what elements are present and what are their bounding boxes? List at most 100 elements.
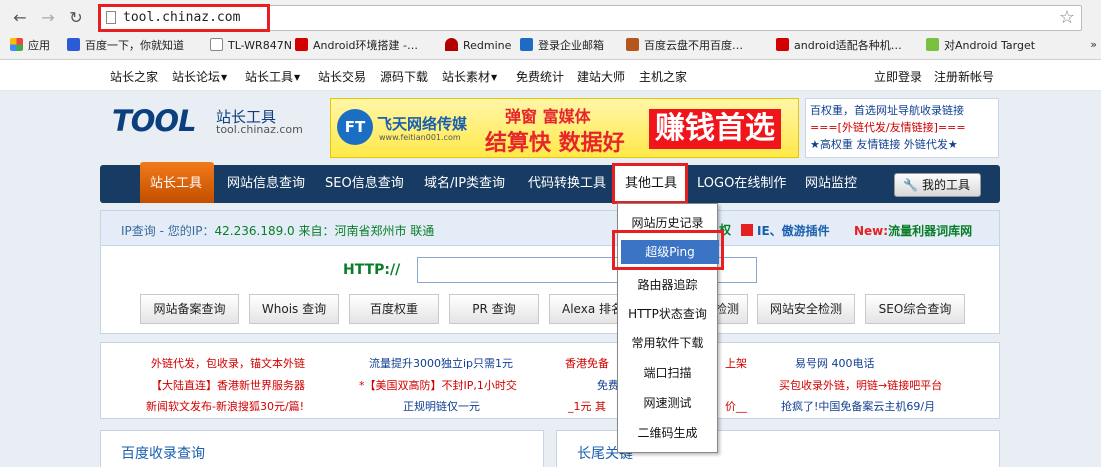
ad-link[interactable]: 免费 [597,377,619,393]
baidu-paw-icon [67,38,80,51]
bookmark-android-env[interactable]: Android环境搭建 -… [295,37,418,55]
new-wordbank-link[interactable]: New:流量利器词库网 [854,222,972,239]
ad-link[interactable]: 正规明链仅一元 [403,398,480,414]
topnav-link[interactable]: 建站大师 [577,68,625,85]
topnav-link[interactable]: 站长交易 [318,68,366,85]
query-button[interactable]: Whois 查询 [249,294,339,324]
promo-line: ===[外链代发/友情链接]=== [810,121,966,134]
redmine-icon [445,38,458,51]
promo-box[interactable]: 百权重，首选网址导航收录链接 ===[外链代发/友情链接]=== ★高权重 友情… [805,98,999,158]
csdn-icon [295,38,308,51]
caret-down-icon: ▼ [221,73,228,82]
logo-text: TOOL [112,104,197,138]
bookmark-baidu-cloud[interactable]: 百度云盘不用百度… [626,37,743,55]
ad-link[interactable]: *【美国双高防】不封IP,1小时交 [359,377,517,393]
banner-line3: 赚钱首选 [649,109,781,149]
dropdown-item-traceroute[interactable]: 路由器追踪 [618,270,717,300]
query-button[interactable]: Alexa 排名 [549,294,619,324]
url-highlight-annotation [98,4,270,32]
mail-icon [520,38,533,51]
ad-link[interactable]: 【大陆直连】香港新世界服务器 [151,377,305,393]
topnav-link[interactable]: 主机之家 [639,68,687,85]
bookmarks-bar: 应用 百度一下，你就知道 TL-WR847N Android环境搭建 -… Re… [0,35,1101,57]
reload-icon[interactable]: ↻ [66,8,86,28]
bookmark-enterprise-mail[interactable]: 登录企业邮箱 [520,37,604,55]
bookmark-android-adapt[interactable]: android适配各种机… [776,37,902,55]
super-ping-highlight-annotation [612,230,724,270]
promo-line: 百权重，首选网址导航收录链接 [810,104,964,117]
main-nav-item[interactable]: LOGO在线制作 [697,165,786,203]
logo-url: tool.chinaz.com [216,123,303,136]
bookmarks-more[interactable]: » [1090,38,1097,51]
query-button[interactable]: 网站安全检测 [757,294,855,324]
main-nav-item[interactable]: 网站信息查询 [227,165,305,203]
promo-line: ★高权重 友情链接 外链代发★ [810,138,958,151]
ad-link[interactable]: 香港免备 [565,355,609,371]
ad-link[interactable]: _1元 其 [568,398,606,414]
query-button[interactable]: 检测 [714,294,748,324]
text-ads: 外链代发，包收录，锚文本外链 【大陆直连】香港新世界服务器 新闻软文发布-新浪搜… [100,342,1000,419]
dropdown-item-software-download[interactable]: 常用软件下载 [618,328,717,358]
ft-logo-icon: FT [337,109,373,145]
query-button[interactable]: 网站备案查询 [140,294,239,324]
ip-info: IP查询 - 您的IP：42.236.189.0 来自：河南省郑州市 联通 [121,224,435,238]
login-link[interactable]: 立即登录 [874,68,922,85]
ad-link[interactable]: 价__ [725,398,747,414]
dropdown-item-http-status[interactable]: HTTP状态查询 [618,299,717,329]
topnav-link[interactable]: 站长素材▼ [442,68,497,85]
ad-link[interactable]: 买包收录外链，明链→链接吧平台 [779,377,942,393]
panel-title[interactable]: 百度收录查询 [121,443,205,463]
my-tools-button[interactable]: 🔧 我的工具 [894,173,981,197]
main-nav-item[interactable]: SEO信息查询 [325,165,404,203]
bookmark-baidu[interactable]: 百度一下，你就知道 [67,37,184,55]
csdn-icon [776,38,789,51]
http-label: HTTP:// [343,262,401,278]
back-icon[interactable]: ← [10,8,30,28]
site-icon [626,38,639,51]
dropdown-item-port-scan[interactable]: 端口扫描 [618,358,717,388]
bookmark-tlwr847n[interactable]: TL-WR847N [210,37,292,55]
ad-link[interactable]: 上架 [725,355,747,371]
banner-brand: 飞天网络传媒 [377,115,468,133]
bookmark-android-target[interactable]: 对Android Target [926,37,1035,55]
caret-down-icon: ▼ [294,73,301,82]
bookmark-redmine[interactable]: Redmine [445,37,511,55]
banner-site: www.feitian001.com [379,133,461,142]
banner-line2: 结算快 数据好 [485,131,625,156]
baidu-index-panel: 百度收录查询 [100,430,544,467]
main-nav-item-other-tools[interactable]: 其他工具 [625,165,677,203]
apps-icon [10,38,23,51]
ad-link[interactable]: 新闻软文发布-新浪搜狐30元/篇! [146,398,304,414]
topnav-link[interactable]: 站长论坛▼ [172,68,227,85]
main-nav-item[interactable]: 网站监控 [805,165,857,203]
page-icon [210,38,223,51]
ad-link[interactable]: 流量提升3000独立ip只需1元 [369,355,513,371]
query-button[interactable]: 百度权重 [349,294,439,324]
wrench-icon: 🔧 [903,178,918,192]
site-top-nav: 站长之家 站长论坛▼ 站长工具▼ 站长交易 源码下载 站长素材▼ 免费统计 建站… [0,60,1101,91]
banner-ad[interactable]: FT 飞天网络传媒 www.feitian001.com 弹窗 富媒体 结算快 … [330,98,799,158]
ad-link[interactable]: 易号网 400电话 [795,355,875,371]
query-button[interactable]: PR 查询 [449,294,539,324]
bookmark-apps[interactable]: 应用 [10,37,50,55]
banner-line1: 弹窗 富媒体 [505,107,591,126]
topnav-link[interactable]: 站长之家 [110,68,158,85]
ad-link[interactable]: 外链代发，包收录，锚文本外链 [151,355,305,371]
bookmark-star-icon[interactable]: ☆ [1059,7,1075,28]
caret-down-icon: ▼ [491,73,498,82]
dropdown-item-qr-code[interactable]: 二维码生成 [618,418,717,448]
dropdown-item-speed-test[interactable]: 网速测试 [618,388,717,418]
ad-link[interactable]: 抢疯了!中国免备案云主机69/月 [781,398,935,414]
main-nav-item[interactable]: 域名/IP类查询 [424,165,505,203]
runner-icon [926,38,939,51]
query-button[interactable]: SEO综合查询 [865,294,965,324]
topnav-link[interactable]: 源码下载 [380,68,428,85]
topnav-link[interactable]: 站长工具▼ [245,68,300,85]
ie-plugin-link[interactable]: IE、傲游插件 [741,222,830,239]
forward-icon[interactable]: → [38,8,58,28]
main-nav-item[interactable]: 站长工具 [150,165,202,203]
main-nav-item[interactable]: 代码转换工具 [528,165,606,203]
topnav-link[interactable]: 免费统计 [516,68,564,85]
ip-info-bar: IP查询 - 您的IP：42.236.189.0 来自：河南省郑州市 联通 IE… [100,210,1000,246]
register-link[interactable]: 注册新帐号 [934,68,994,85]
